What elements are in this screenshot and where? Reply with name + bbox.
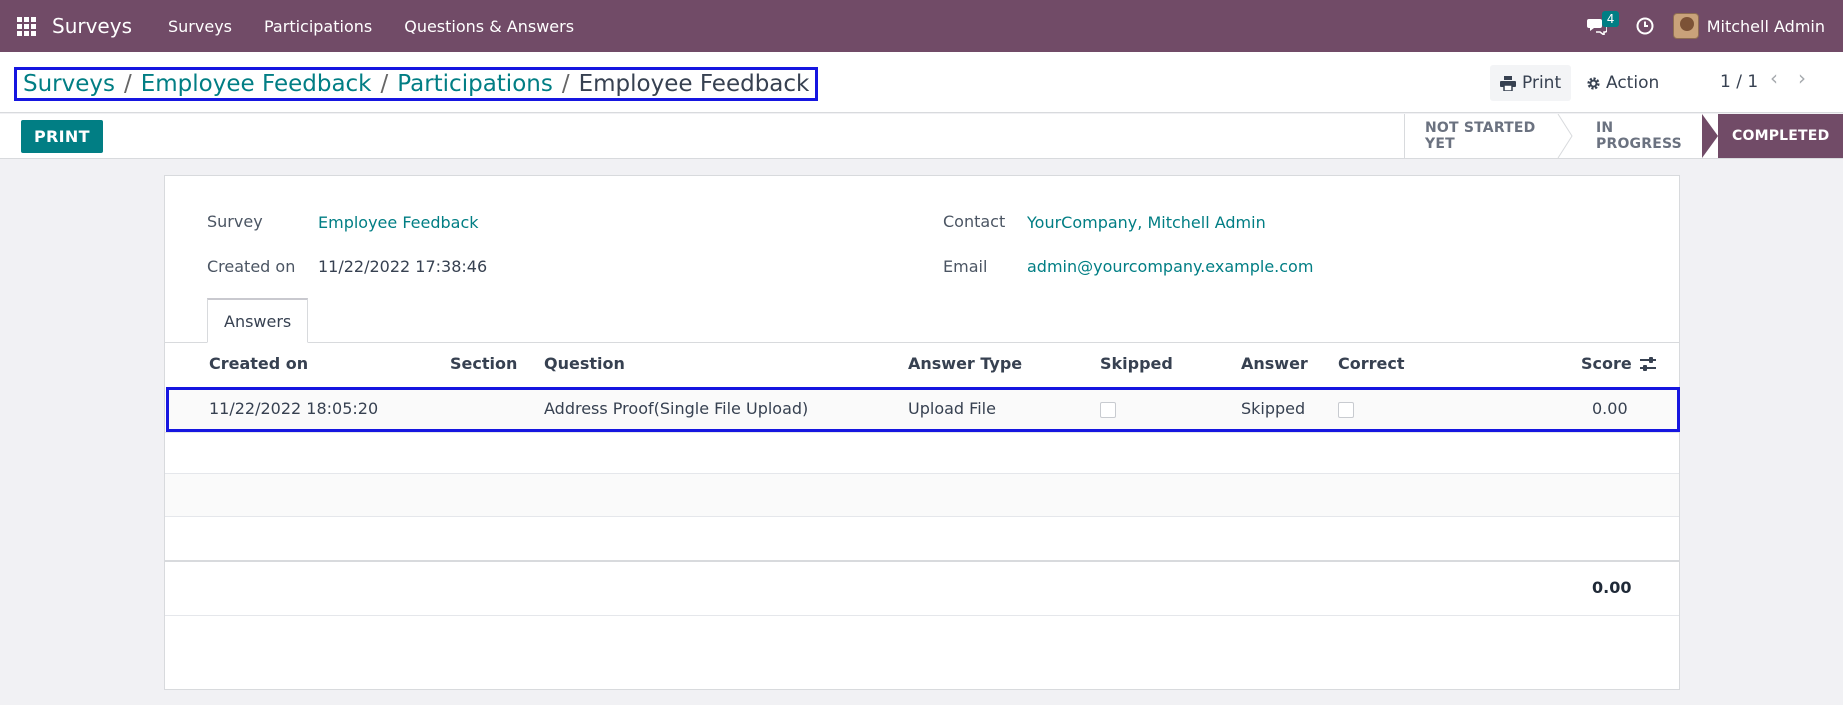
total-divider [165, 560, 1679, 562]
cell-score: 0.00 [1592, 399, 1628, 418]
breadcrumb-surveys[interactable]: Surveys [23, 71, 115, 97]
status-bar: PRINT NOT STARTED YET IN PROGRESS COMPLE… [0, 114, 1843, 159]
user-avatar[interactable] [1672, 13, 1699, 39]
column-header-section[interactable]: Section [450, 354, 517, 373]
cell-created-on: 11/22/2022 18:05:20 [209, 399, 379, 418]
breadcrumb-current: Employee Feedback [578, 71, 810, 97]
breadcrumb-separator: / [124, 71, 132, 97]
breadcrumb: Surveys / Employee Feedback / Participat… [14, 67, 819, 101]
column-header-question[interactable]: Question [544, 354, 625, 373]
menu-questions-answers[interactable]: Questions & Answers [404, 17, 574, 36]
messages-badge: 4 [1601, 11, 1620, 27]
menu-surveys[interactable]: Surveys [168, 17, 232, 36]
menu-participations[interactable]: Participations [264, 17, 372, 36]
action-label: Action [1606, 73, 1660, 93]
print-dropdown-button[interactable]: Print [1490, 65, 1572, 101]
empty-row [165, 473, 1679, 517]
app-title[interactable]: Surveys [52, 14, 132, 38]
cell-question: Address Proof(Single File Upload) [544, 399, 809, 418]
tab-divider [165, 342, 1679, 343]
optional-columns-icon[interactable] [1639, 356, 1657, 376]
email-field[interactable]: admin@yourcompany.example.com [1027, 257, 1313, 276]
print-label: Print [1522, 73, 1562, 93]
empty-row [165, 516, 1679, 560]
column-header-answer[interactable]: Answer [1241, 354, 1308, 373]
column-header-skipped[interactable]: Skipped [1100, 354, 1173, 373]
pager-previous-icon[interactable]: ‹ [1770, 66, 1778, 90]
action-dropdown-button[interactable]: Action [1576, 65, 1669, 101]
print-icon [1500, 75, 1516, 91]
breadcrumb-employee-feedback[interactable]: Employee Feedback [141, 71, 372, 97]
messages-icon[interactable]: 4 [1577, 0, 1620, 52]
stage-completed[interactable]: COMPLETED [1702, 114, 1843, 158]
created-on-label: Created on [207, 257, 296, 276]
top-navbar: Surveys Surveys Participations Questions… [0, 0, 1843, 52]
column-header-correct[interactable]: Correct [1338, 354, 1405, 373]
footer-divider [165, 615, 1679, 616]
contact-field[interactable]: YourCompany, Mitchell Admin [1027, 213, 1266, 232]
print-button[interactable]: PRINT [21, 120, 103, 153]
correct-checkbox[interactable] [1338, 402, 1354, 418]
user-name[interactable]: Mitchell Admin [1707, 17, 1825, 36]
pager-value[interactable]: 1 / 1 [1720, 72, 1758, 92]
gear-icon [1586, 76, 1601, 91]
created-on-value: 11/22/2022 17:38:46 [318, 257, 488, 276]
apps-menu-icon[interactable] [0, 0, 52, 52]
breadcrumb-participations[interactable]: Participations [397, 71, 553, 97]
pager-next-icon[interactable]: › [1798, 66, 1806, 90]
stage-in-progress[interactable]: IN PROGRESS [1564, 114, 1704, 158]
cell-answer: Skipped [1241, 399, 1306, 418]
skipped-checkbox[interactable] [1100, 402, 1116, 418]
empty-row [165, 432, 1679, 476]
breadcrumb-separator: / [380, 71, 389, 97]
total-score: 0.00 [1592, 578, 1632, 597]
cell-answer-type: Upload File [908, 399, 996, 418]
stage-not-started[interactable]: NOT STARTED YET [1404, 114, 1564, 158]
activity-clock-icon[interactable] [1625, 0, 1665, 52]
control-panel: Surveys / Employee Feedback / Participat… [0, 52, 1843, 113]
breadcrumb-separator: / [561, 71, 570, 97]
survey-label: Survey [207, 212, 263, 231]
column-header-created-on[interactable]: Created on [209, 354, 308, 373]
column-header-answer-type[interactable]: Answer Type [908, 354, 1022, 373]
survey-field[interactable]: Employee Feedback [318, 213, 479, 232]
column-header-score[interactable]: Score [1581, 354, 1632, 373]
contact-label: Contact [943, 212, 1006, 231]
email-label: Email [943, 257, 988, 276]
tab-answers[interactable]: Answers [207, 298, 309, 343]
form-sheet: Survey Employee Feedback Created on 11/2… [164, 175, 1680, 690]
